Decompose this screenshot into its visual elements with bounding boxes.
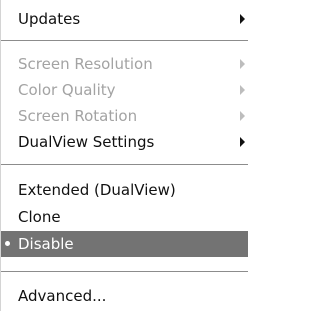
menu-item-color-quality: Color Quality (1, 77, 248, 103)
radio-bullet-icon (5, 241, 10, 246)
menu-separator (1, 164, 248, 165)
menu-item-label: Clone (18, 208, 61, 226)
menu-item-advanced[interactable]: Advanced... (1, 283, 248, 309)
menu-item-dualview-settings[interactable]: DualView Settings (1, 129, 248, 155)
menu-item-label: Updates (18, 10, 81, 28)
submenu-arrow-icon (240, 85, 245, 95)
submenu-arrow-icon (240, 14, 245, 24)
menu-separator (1, 271, 248, 272)
menu-item-label: Screen Resolution (18, 55, 153, 73)
menu-item-updates[interactable]: Updates (1, 6, 248, 32)
menu-item-label: Extended (DualView) (18, 181, 176, 199)
menu-item-label: Advanced... (18, 287, 107, 305)
menu-item-label: Screen Rotation (18, 107, 138, 125)
context-menu: Updates Screen Resolution Color Quality … (0, 0, 248, 311)
submenu-arrow-icon (240, 111, 245, 121)
menu-item-screen-rotation: Screen Rotation (1, 103, 248, 129)
menu-item-extended-dualview[interactable]: Extended (DualView) (1, 177, 248, 203)
menu-item-label: DualView Settings (18, 133, 155, 151)
submenu-arrow-icon (240, 59, 245, 69)
menu-item-label: Disable (18, 235, 74, 253)
menu-item-screen-resolution: Screen Resolution (1, 51, 248, 77)
menu-item-label: Color Quality (18, 81, 116, 99)
submenu-arrow-icon (240, 137, 245, 147)
menu-item-clone[interactable]: Clone (1, 204, 248, 230)
menu-item-disable[interactable]: Disable (1, 231, 248, 257)
menu-separator (1, 40, 248, 41)
